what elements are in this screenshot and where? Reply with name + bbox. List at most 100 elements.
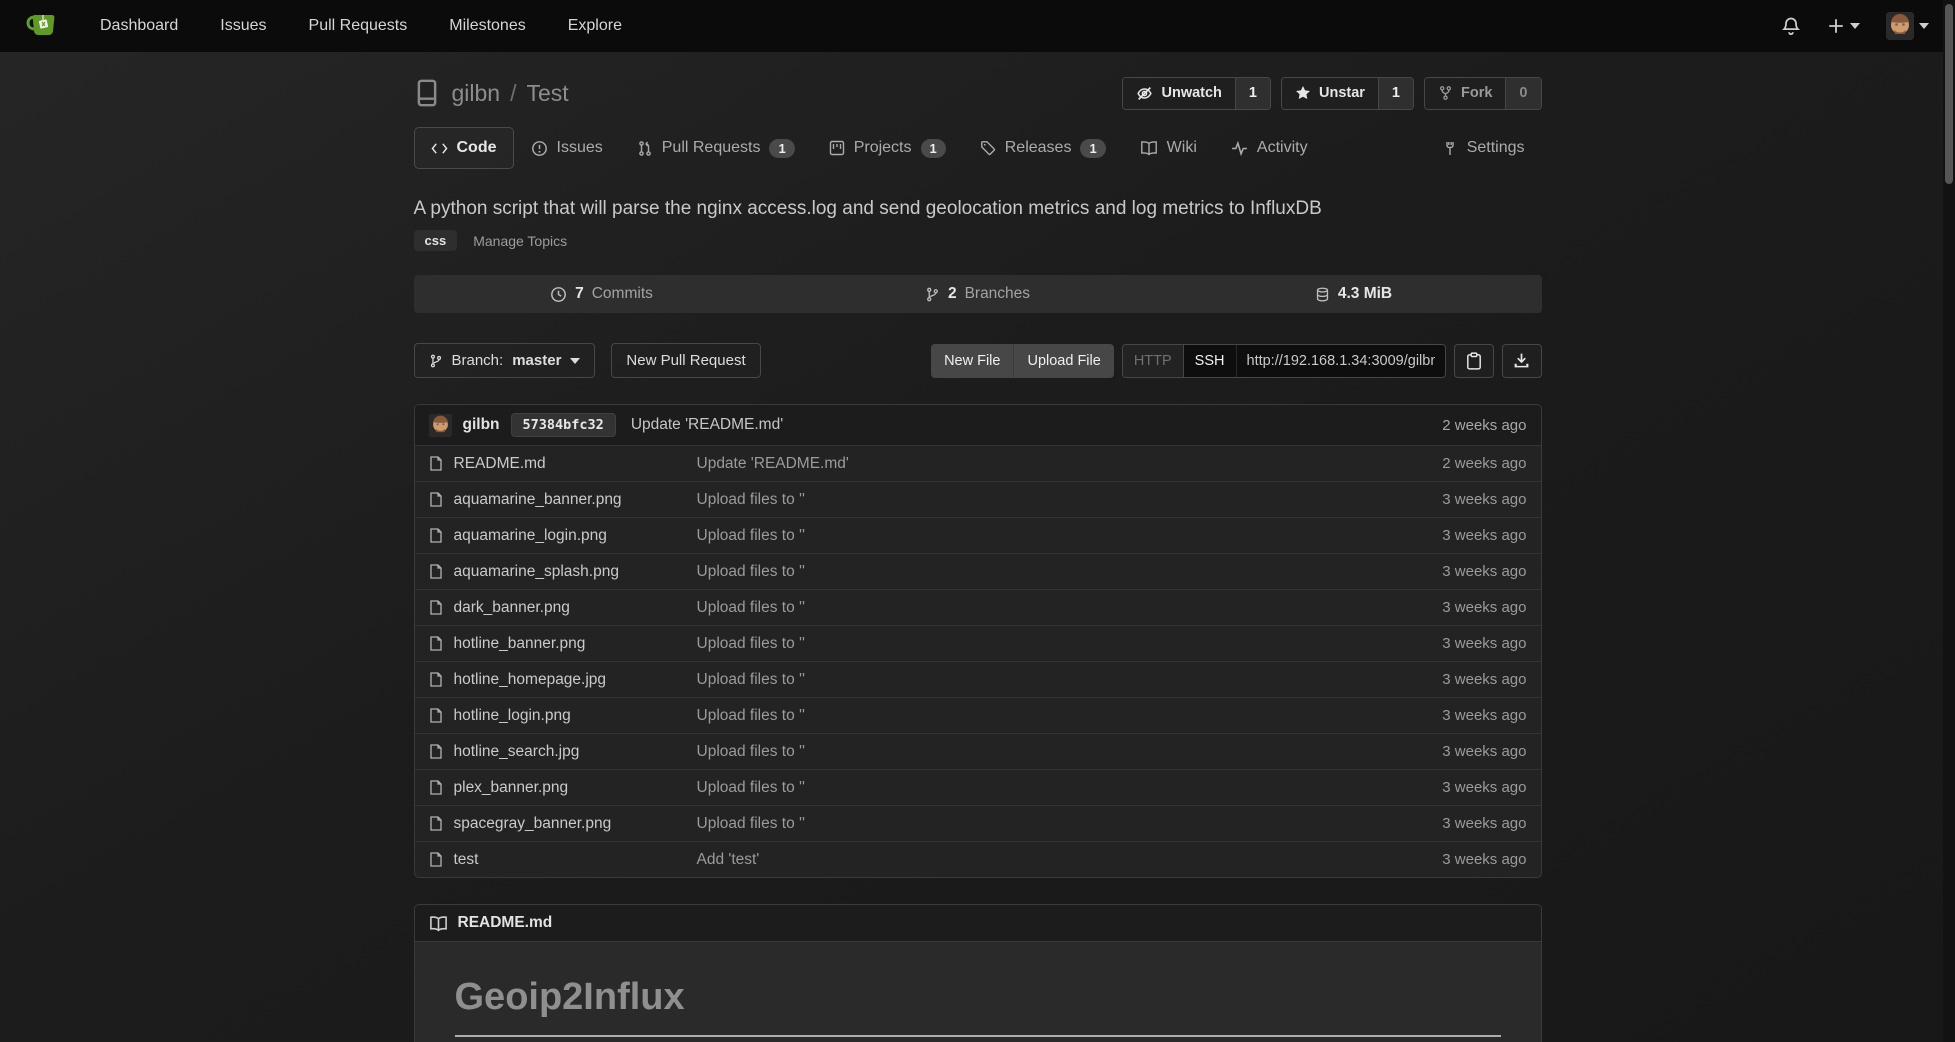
topnav-item[interactable]: Dashboard	[100, 17, 178, 35]
new-file-button[interactable]: New File	[931, 344, 1013, 378]
commit-message-link[interactable]: Update 'README.md'	[631, 416, 783, 434]
branch-icon	[925, 286, 940, 303]
copy-url-button[interactable]	[1454, 344, 1494, 378]
page-scrollbar[interactable]	[1943, 0, 1955, 1042]
repo-actions: Unwatch 1 Unstar 1 Fork 0	[1122, 77, 1541, 110]
topnav-item[interactable]: Milestones	[449, 17, 525, 35]
code-icon	[431, 141, 448, 156]
tab-settings-label: Settings	[1467, 139, 1525, 157]
tab-activity[interactable]: Activity	[1214, 127, 1325, 169]
readme-panel: README.md Geoip2Influx DOCKER BUILD PASS…	[414, 904, 1542, 1042]
code-toolbar: Branch: master New Pull Request New File…	[414, 343, 1542, 378]
topnav-item[interactable]: Pull Requests	[309, 17, 408, 35]
user-menu[interactable]	[1886, 12, 1929, 40]
gitea-logo-icon[interactable]	[26, 11, 60, 41]
repo-name-link[interactable]: Test	[527, 80, 569, 107]
file-name-link[interactable]: hotline_banner.png	[454, 635, 586, 653]
branches-stat[interactable]: 2 Branches	[790, 275, 1166, 313]
project-board-icon	[829, 140, 845, 156]
unstar-button[interactable]: Unstar	[1282, 78, 1378, 109]
tab-issues[interactable]: Issues	[514, 127, 620, 169]
database-icon	[1315, 286, 1330, 303]
file-commit-message[interactable]: Upload files to ''	[697, 563, 1443, 581]
file-commit-message[interactable]: Update 'README.md'	[697, 455, 1443, 473]
file-name-link[interactable]: hotline_login.png	[454, 707, 571, 725]
new-pull-request-label: New Pull Request	[626, 352, 745, 369]
file-commit-message[interactable]: Upload files to ''	[697, 635, 1443, 653]
file-commit-message[interactable]: Upload files to ''	[697, 779, 1443, 797]
table-row: aquamarine_login.png Upload files to '' …	[415, 517, 1541, 553]
file-name-link[interactable]: aquamarine_login.png	[454, 527, 607, 545]
readme-body: Geoip2Influx DOCKER BUILD PASSING IMAGE …	[415, 942, 1541, 1042]
file-icon	[429, 815, 443, 832]
file-commit-message[interactable]: Upload files to ''	[697, 743, 1443, 761]
top-navbar: Dashboard Issues Pull Requests Milestone…	[0, 0, 1955, 52]
user-avatar[interactable]	[1886, 12, 1914, 40]
file-name-link[interactable]: plex_banner.png	[454, 779, 569, 797]
size-stat[interactable]: 4.3 MiB	[1166, 275, 1542, 313]
clone-url-input[interactable]	[1237, 345, 1445, 377]
file-name-link[interactable]: hotline_homepage.jpg	[454, 671, 607, 689]
table-row: hotline_banner.png Upload files to '' 3 …	[415, 625, 1541, 661]
fork-button[interactable]: Fork	[1425, 78, 1505, 109]
watchers-count[interactable]: 1	[1235, 78, 1270, 109]
file-commit-message[interactable]: Upload files to ''	[697, 815, 1443, 833]
file-name-cell: dark_banner.png	[429, 599, 697, 617]
forks-count[interactable]: 0	[1505, 78, 1540, 109]
toolbar-right: New File Upload File HTTP SSH	[931, 344, 1541, 378]
file-name-link[interactable]: aquamarine_banner.png	[454, 491, 622, 509]
table-row: hotline_homepage.jpg Upload files to '' …	[415, 661, 1541, 697]
file-commit-message[interactable]: Upload files to ''	[697, 527, 1443, 545]
pull-requests-count-badge: 1	[769, 139, 794, 158]
commit-author-name[interactable]: gilbn	[463, 416, 500, 434]
commit-hash-link[interactable]: 57384bfc32	[511, 413, 616, 437]
commit-date: 2 weeks ago	[1442, 417, 1526, 434]
manage-topics-link[interactable]: Manage Topics	[473, 233, 567, 249]
commits-stat[interactable]: 7 Commits	[414, 275, 790, 313]
file-name-link[interactable]: test	[454, 851, 479, 869]
tab-projects[interactable]: Projects 1	[812, 127, 963, 170]
download-button[interactable]	[1502, 344, 1542, 378]
tab-pull-requests[interactable]: Pull Requests 1	[620, 127, 812, 170]
notifications-bell-icon[interactable]	[1781, 16, 1801, 36]
create-new-button[interactable]	[1827, 17, 1860, 35]
file-name-link[interactable]: README.md	[454, 455, 546, 473]
star-icon	[1295, 85, 1311, 101]
file-commit-message[interactable]: Upload files to ''	[697, 491, 1443, 509]
http-protocol-button[interactable]: HTTP	[1123, 345, 1184, 377]
file-commit-message[interactable]: Upload files to ''	[697, 671, 1443, 689]
scrollbar-thumb[interactable]	[1945, 4, 1953, 184]
topnav-item[interactable]: Explore	[568, 17, 622, 35]
new-pull-request-button[interactable]: New Pull Request	[611, 343, 760, 378]
file-icon	[429, 491, 443, 508]
stars-count[interactable]: 1	[1378, 78, 1413, 109]
commit-author-avatar[interactable]	[429, 414, 452, 437]
tab-wiki[interactable]: Wiki	[1123, 127, 1214, 169]
file-commit-message[interactable]: Upload files to ''	[697, 707, 1443, 725]
unwatch-label: Unwatch	[1161, 85, 1221, 101]
upload-file-button[interactable]: Upload File	[1013, 344, 1113, 378]
chevron-down-icon	[570, 358, 580, 364]
topic-chip-css[interactable]: css	[414, 230, 458, 251]
topnav-item[interactable]: Issues	[220, 17, 266, 35]
branch-selector[interactable]: Branch: master	[414, 343, 596, 378]
ssh-protocol-button[interactable]: SSH	[1184, 345, 1237, 377]
file-name-link[interactable]: spacegray_banner.png	[454, 815, 612, 833]
file-name-link[interactable]: aquamarine_splash.png	[454, 563, 619, 581]
repo-title: gilbn / Test	[452, 80, 569, 107]
file-name-link[interactable]: hotline_search.jpg	[454, 743, 580, 761]
tab-code[interactable]: Code	[414, 127, 514, 169]
tab-code-label: Code	[457, 139, 497, 157]
file-commit-message[interactable]: Upload files to ''	[697, 599, 1443, 617]
file-name-link[interactable]: dark_banner.png	[454, 599, 570, 617]
repo-stats-bar: 7 Commits 2 Branches 4.3 MiB	[414, 275, 1542, 313]
tab-releases[interactable]: Releases 1	[963, 127, 1123, 170]
unwatch-button[interactable]: Unwatch	[1123, 78, 1234, 109]
file-name-cell: spacegray_banner.png	[429, 815, 697, 833]
file-commit-message[interactable]: Add 'test'	[697, 851, 1443, 869]
repo-header: gilbn / Test Unwatch 1 Unstar 1	[414, 74, 1542, 112]
repo-owner-link[interactable]: gilbn	[452, 80, 501, 107]
file-name-cell: hotline_login.png	[429, 707, 697, 725]
tab-wiki-label: Wiki	[1167, 139, 1197, 157]
tab-settings[interactable]: Settings	[1425, 127, 1542, 169]
